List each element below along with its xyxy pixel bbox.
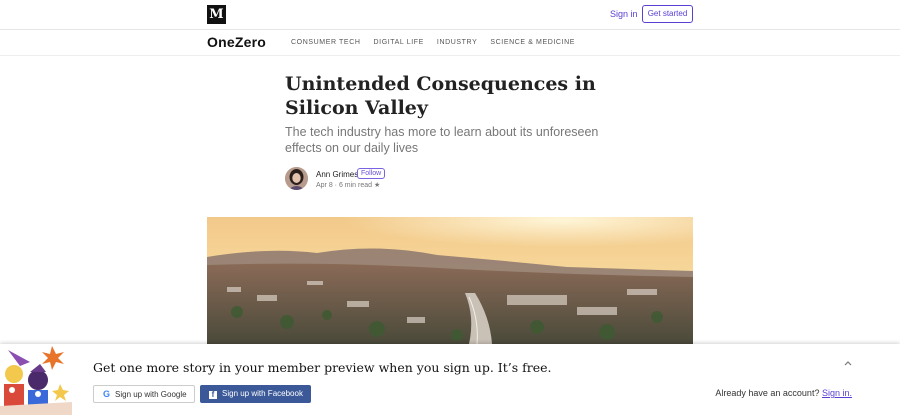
article-title: Unintended Consequences in Silicon Valle…: [285, 72, 625, 120]
article-title-line-1: Unintended Consequences in: [285, 73, 596, 95]
already-have-account: Already have an account? Sign in.: [715, 388, 852, 398]
signup-google-label: Sign up with Google: [115, 390, 187, 399]
signup-facebook-label: Sign up with Facebook: [222, 389, 303, 398]
nav-digital-life[interactable]: DIGITAL LIFE: [374, 39, 424, 46]
article-subtitle: The tech industry has more to learn abou…: [285, 125, 599, 155]
publication-nav: OneZero CONSUMER TECH DIGITAL LIFE INDUS…: [0, 30, 900, 56]
author-row: Ann Grimes Follow Apr 8 · 6 min read ★: [285, 167, 585, 193]
signup-banner: Get one more story in your member previe…: [0, 344, 900, 415]
medium-logo[interactable]: M: [207, 5, 226, 24]
banner-sign-in-link[interactable]: Sign in.: [822, 388, 852, 398]
publication-logo[interactable]: OneZero: [207, 34, 266, 50]
follow-button[interactable]: Follow: [357, 168, 386, 179]
sign-in-link[interactable]: Sign in: [610, 9, 638, 19]
author-avatar[interactable]: [285, 167, 308, 190]
hero-image: [207, 217, 693, 344]
article-title-line-2: Silicon Valley: [285, 97, 428, 119]
author-name[interactable]: Ann Grimes: [316, 170, 358, 179]
article-meta: Apr 8 · 6 min read ★: [316, 182, 381, 189]
nav-consumer-tech[interactable]: CONSUMER TECH: [291, 39, 361, 46]
banner-illustration: [0, 344, 72, 415]
google-icon: G: [102, 389, 110, 399]
top-bar: M Sign in Get started: [0, 0, 900, 30]
publication-nav-links: CONSUMER TECH DIGITAL LIFE INDUSTRY SCIE…: [291, 39, 575, 46]
nav-science-medicine[interactable]: SCIENCE & MEDICINE: [490, 39, 575, 46]
already-have-account-text: Already have an account?: [715, 388, 820, 398]
banner-message: Get one more story in your member previe…: [93, 360, 552, 375]
chevron-up-icon[interactable]: [844, 358, 852, 368]
signup-google-button[interactable]: G Sign up with Google: [93, 385, 195, 403]
signup-facebook-button[interactable]: f Sign up with Facebook: [200, 385, 311, 403]
get-started-button[interactable]: Get started: [642, 5, 693, 23]
facebook-icon: f: [209, 391, 217, 399]
nav-industry[interactable]: INDUSTRY: [437, 39, 477, 46]
